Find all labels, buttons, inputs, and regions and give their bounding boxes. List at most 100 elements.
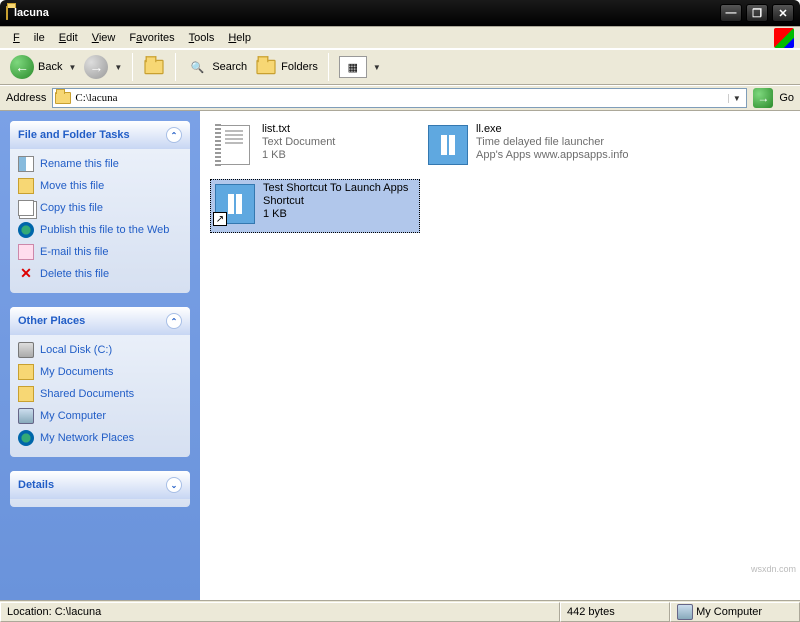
status-bar: Location: C:\lacuna 442 bytes My Compute… [0, 600, 800, 622]
minimize-button[interactable]: — [720, 4, 742, 22]
go-button[interactable]: → [753, 88, 773, 108]
menu-edit[interactable]: Edit [52, 29, 85, 47]
copy-icon [18, 200, 34, 216]
tasks-item-label: Copy this file [40, 202, 103, 214]
folders-button[interactable]: Folders [251, 54, 322, 80]
places-panel-header[interactable]: Other Places ⌃ [10, 307, 190, 335]
back-button[interactable]: ← Back ▼ [6, 53, 80, 81]
file-size: App's Apps www.appsapps.info [476, 149, 629, 162]
places-item[interactable]: My Documents [18, 361, 182, 383]
tasks-item[interactable]: Rename this file [18, 153, 182, 175]
status-location: Location: C:\lacuna [0, 602, 560, 622]
tasks-panel: File and Folder Tasks ⌃ Rename this file… [10, 121, 190, 293]
menu-view[interactable]: View [85, 29, 123, 47]
views-button[interactable]: ▦ ▼ [335, 54, 385, 80]
toolbar: ← Back ▼ → ▼ 🔍 Search Folders ▦ ▼ [0, 49, 800, 85]
forward-dropdown-icon[interactable]: ▼ [114, 63, 122, 72]
search-icon: 🔍 [186, 56, 208, 78]
folders-icon [255, 56, 277, 78]
places-item[interactable]: My Network Places [18, 427, 182, 449]
back-dropdown-icon[interactable]: ▼ [68, 63, 76, 72]
tasks-item[interactable]: Move this file [18, 175, 182, 197]
tasks-item[interactable]: Publish this file to the Web [18, 219, 182, 241]
file-item[interactable]: ↗Test Shortcut To Launch AppsShortcut1 K… [210, 179, 420, 233]
shortcut-overlay-icon: ↗ [213, 212, 227, 226]
windows-logo-icon [774, 28, 794, 48]
tasks-panel-header[interactable]: File and Folder Tasks ⌃ [10, 121, 190, 149]
address-dropdown-icon[interactable]: ▼ [728, 94, 744, 103]
toolbar-separator [175, 53, 176, 81]
menu-bar: File Edit View Favorites Tools Help [0, 26, 800, 49]
search-button[interactable]: 🔍 Search [182, 54, 251, 80]
file-item[interactable]: ll.exeTime delayed file launcherApp's Ap… [424, 121, 634, 175]
folders-label: Folders [281, 61, 318, 73]
disk-icon [18, 342, 34, 358]
sidebar: File and Folder Tasks ⌃ Rename this file… [0, 111, 200, 600]
file-name: list.txt [262, 123, 335, 136]
places-item[interactable]: Shared Documents [18, 383, 182, 405]
main-area: File and Folder Tasks ⌃ Rename this file… [0, 111, 800, 600]
file-type: Text Document [262, 136, 335, 149]
address-label: Address [6, 92, 46, 104]
up-button[interactable] [139, 54, 169, 80]
publish-icon [18, 222, 34, 238]
toolbar-separator [132, 53, 133, 81]
menu-tools[interactable]: Tools [182, 29, 222, 47]
tasks-item[interactable]: E-mail this file [18, 241, 182, 263]
tasks-item-label: E-mail this file [40, 246, 108, 258]
status-zone-label: My Computer [696, 606, 762, 618]
watermark: wsxdn.com [751, 564, 796, 574]
maximize-button[interactable]: ❐ [746, 4, 768, 22]
details-panel-header[interactable]: Details ⌄ [10, 471, 190, 499]
status-size: 442 bytes [560, 602, 670, 622]
places-item-label: My Computer [40, 410, 106, 422]
address-bar: Address ▼ → Go [0, 85, 800, 111]
status-location-value: C:\lacuna [55, 606, 101, 618]
title-bar: lacuna — ❐ ✕ [0, 0, 800, 26]
status-location-label: Location: [7, 606, 52, 618]
tasks-item-label: Publish this file to the Web [40, 224, 169, 236]
documents-icon [18, 364, 34, 380]
file-list[interactable]: list.txtText Document1 KBll.exeTime dela… [200, 111, 800, 600]
menu-favorites[interactable]: Favorites [122, 29, 181, 47]
file-type: Shortcut [263, 195, 408, 208]
expand-icon[interactable]: ⌄ [166, 477, 182, 493]
folder-icon [55, 92, 71, 104]
places-item-label: My Network Places [40, 432, 134, 444]
search-label: Search [212, 61, 247, 73]
computer-icon [677, 604, 693, 620]
forward-arrow-icon: → [84, 55, 108, 79]
file-item[interactable]: list.txtText Document1 KB [210, 121, 420, 175]
collapse-icon[interactable]: ⌃ [166, 127, 182, 143]
collapse-icon[interactable]: ⌃ [166, 313, 182, 329]
places-panel-title: Other Places [18, 315, 85, 327]
places-item[interactable]: My Computer [18, 405, 182, 427]
views-icon: ▦ [339, 56, 367, 78]
forward-button[interactable]: → ▼ [80, 53, 126, 81]
places-item-label: My Documents [40, 366, 113, 378]
places-item[interactable]: Local Disk (C:) [18, 339, 182, 361]
computer-icon [18, 408, 34, 424]
views-dropdown-icon[interactable]: ▼ [373, 63, 381, 72]
places-item-label: Local Disk (C:) [40, 344, 112, 356]
tasks-item[interactable]: ✕Delete this file [18, 263, 182, 285]
text-file-icon [212, 123, 256, 167]
rename-icon [18, 156, 34, 172]
network-places-icon [18, 430, 34, 446]
email-icon [18, 244, 34, 260]
address-field[interactable]: ▼ [52, 88, 747, 108]
menu-help[interactable]: Help [221, 29, 258, 47]
back-label: Back [38, 61, 62, 73]
file-name: Test Shortcut To Launch Apps [263, 182, 408, 195]
delete-icon: ✕ [18, 266, 34, 282]
back-arrow-icon: ← [10, 55, 34, 79]
move-icon [18, 178, 34, 194]
address-input[interactable] [75, 92, 728, 104]
places-panel: Other Places ⌃ Local Disk (C:) My Documen… [10, 307, 190, 457]
menu-file[interactable]: File [6, 29, 52, 47]
folder-icon [6, 7, 8, 19]
close-button[interactable]: ✕ [772, 4, 794, 22]
tasks-item[interactable]: Copy this file [18, 197, 182, 219]
file-type: Time delayed file launcher [476, 136, 629, 149]
toolbar-separator [328, 53, 329, 81]
